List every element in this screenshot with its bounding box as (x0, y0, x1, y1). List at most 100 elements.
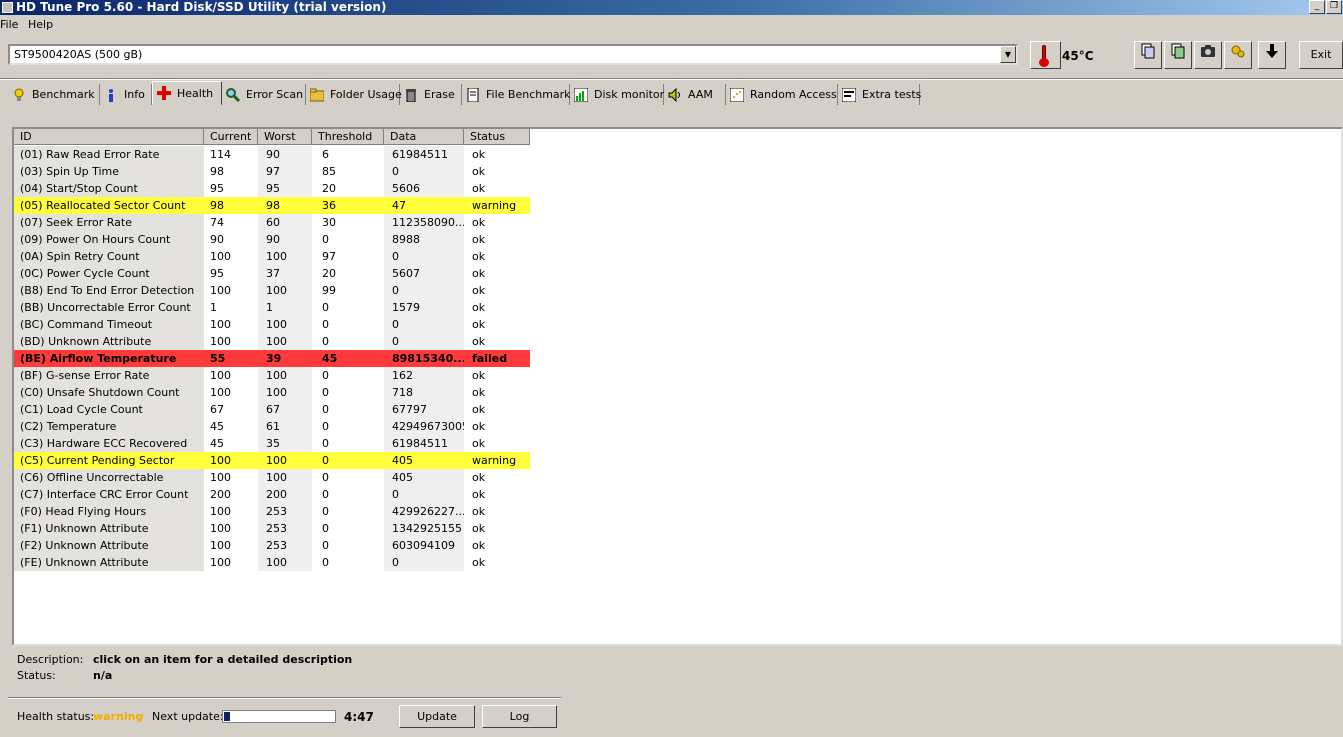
row-worst: 61 (258, 418, 312, 435)
row-worst: 100 (258, 333, 312, 350)
column-header-threshold[interactable]: Threshold (312, 129, 384, 145)
row-data: 1579 (384, 299, 464, 316)
row-data: 429926227... (384, 503, 464, 520)
table-row[interactable]: (05) Reallocated Sector Count 98 98 36 47 war… (14, 197, 530, 214)
row-current: 100 (210, 284, 231, 297)
next-update-time: 4:47 (344, 710, 374, 724)
row-current: 95 (210, 182, 224, 195)
column-header-status[interactable]: Status (464, 129, 530, 145)
tab-random-access[interactable]: Random Access (726, 84, 838, 105)
row-data: 5606 (384, 180, 464, 197)
table-row[interactable]: (BE) Airflow Temperature 55 39 45 89815340..… (14, 350, 530, 367)
row-current: 67 (210, 403, 224, 416)
column-header-id[interactable]: ID (14, 129, 204, 145)
row-current: 95 (210, 267, 224, 280)
update-button[interactable]: Update (399, 705, 475, 728)
table-row[interactable]: (BB) Uncorrectable Error Count 1 1 0 1579 ok (14, 299, 530, 316)
file-icon (466, 87, 480, 102)
save-button[interactable] (1258, 41, 1286, 69)
tab-info[interactable]: Info (100, 84, 152, 105)
table-row[interactable]: (0C) Power Cycle Count 95 37 20 5607 ok (14, 265, 530, 282)
next-update-label: Next update: (152, 710, 224, 723)
tab-disk-monitor[interactable]: Disk monitor (570, 84, 664, 105)
health-cross-icon (157, 86, 171, 100)
menu-help[interactable]: Help (28, 18, 53, 31)
table-row[interactable]: (C1) Load Cycle Count 67 67 0 67797 ok (14, 401, 530, 418)
table-row[interactable]: (F2) Unknown Attribute 100 253 0 603094109 ok (14, 537, 530, 554)
row-threshold: 45 (312, 350, 384, 367)
row-data: 0 (384, 554, 464, 571)
tab-aam[interactable]: AAM (664, 84, 726, 105)
tab-extra-tests[interactable]: Extra tests (838, 84, 921, 105)
menu-file[interactable]: File (0, 18, 18, 31)
row-id: (C0) Unsafe Shutdown Count (14, 384, 204, 401)
row-current: 98 (204, 197, 258, 214)
row-data: 67797 (384, 401, 464, 418)
row-status: ok (472, 369, 486, 382)
row-threshold: 0 (322, 539, 329, 552)
table-row[interactable]: (07) Seek Error Rate 74 60 30 112358090... ok (14, 214, 530, 231)
thermometer-icon (1030, 41, 1061, 69)
table-row[interactable]: (F0) Head Flying Hours 100 253 0 429926227..… (14, 503, 530, 520)
row-worst: 95 (258, 180, 312, 197)
table-row[interactable]: (BD) Unknown Attribute 100 100 0 0 ok (14, 333, 530, 350)
table-row[interactable]: (C5) Current Pending Sector 100 100 0 405 war… (14, 452, 530, 469)
row-status: ok (472, 522, 486, 535)
table-row[interactable]: (C7) Interface CRC Error Count 200 200 0 0 ok (14, 486, 530, 503)
toolbar-divider (0, 78, 1343, 80)
table-row[interactable]: (BC) Command Timeout 100 100 0 0 ok (14, 316, 530, 333)
table-row[interactable]: (C6) Offline Uncorrectable 100 100 0 405 ok (14, 469, 530, 486)
table-row[interactable]: (F1) Unknown Attribute 100 253 0 1342925155 o… (14, 520, 530, 537)
table-row[interactable]: (C2) Temperature 45 61 0 42949673005 ok (14, 418, 530, 435)
row-id: (C3) Hardware ECC Recovered (14, 435, 204, 452)
row-id: (05) Reallocated Sector Count (14, 197, 204, 214)
row-data: 0 (384, 163, 464, 180)
table-row[interactable]: (BF) G-sense Error Rate 100 100 0 162 ok (14, 367, 530, 384)
chevron-down-icon[interactable]: ▼ (1000, 46, 1016, 63)
copy-all-button[interactable] (1164, 41, 1192, 69)
row-current: 100 (210, 335, 231, 348)
table-row[interactable]: (C3) Hardware ECC Recovered 45 35 0 61984511… (14, 435, 530, 452)
table-row[interactable]: (B8) End To End Error Detection 100 100 99 0… (14, 282, 530, 299)
table-row[interactable]: (C0) Unsafe Shutdown Count 100 100 0 718 ok (14, 384, 530, 401)
table-row[interactable]: (01) Raw Read Error Rate 114 90 6 61984511 ok (14, 146, 530, 163)
minimize-button[interactable]: _ (1309, 0, 1325, 14)
column-header-current[interactable]: Current (204, 129, 258, 145)
row-threshold: 0 (322, 437, 329, 450)
table-row[interactable]: (0A) Spin Retry Count 100 100 97 0 ok (14, 248, 530, 265)
row-id: (B8) End To End Error Detection (14, 282, 204, 299)
tab-error-scan[interactable]: Error Scan (222, 84, 306, 105)
table-row[interactable]: (09) Power On Hours Count 90 90 0 8988 ok (14, 231, 530, 248)
tab-label: Disk monitor (594, 88, 665, 101)
log-button[interactable]: Log (482, 705, 557, 728)
restore-button[interactable]: ❐ (1326, 0, 1342, 14)
row-status: ok (472, 216, 486, 229)
copy-info-icon (1140, 43, 1156, 63)
tab-file-benchmark[interactable]: File Benchmark (462, 84, 571, 105)
row-threshold: 99 (322, 284, 336, 297)
copy-info-button[interactable] (1134, 41, 1162, 69)
table-row[interactable]: (03) Spin Up Time 98 97 85 0 ok (14, 163, 530, 180)
smart-table[interactable]: ID Current Worst Threshold Data Status (… (12, 127, 1343, 646)
row-current: 100 (210, 471, 231, 484)
tab-health[interactable]: Health (152, 81, 222, 105)
row-id: (09) Power On Hours Count (14, 231, 204, 248)
column-header-worst[interactable]: Worst (258, 129, 312, 145)
row-id: (0C) Power Cycle Count (14, 265, 204, 282)
screenshot-button[interactable] (1194, 41, 1222, 69)
exit-button[interactable]: Exit (1299, 41, 1343, 69)
column-header-data[interactable]: Data (384, 129, 464, 145)
drive-select[interactable]: ST9500420AS (500 gB) ▼ (8, 44, 1018, 65)
tab-folder-usage[interactable]: Folder Usage (306, 84, 402, 105)
tab-erase[interactable]: Erase (400, 84, 462, 105)
table-row[interactable]: (FE) Unknown Attribute 100 100 0 0 ok (14, 554, 530, 571)
magnifier-icon (226, 87, 241, 102)
row-data: 89815340... (384, 350, 464, 367)
row-worst: 100 (258, 282, 312, 299)
table-row[interactable]: (04) Start/Stop Count 95 95 20 5606 ok (14, 180, 530, 197)
tab-benchmark[interactable]: Benchmark (8, 84, 100, 105)
row-id: (0A) Spin Retry Count (14, 248, 204, 265)
row-data: 603094109 (384, 537, 464, 554)
options-button[interactable] (1224, 41, 1252, 69)
status-label: Status: (17, 669, 56, 682)
